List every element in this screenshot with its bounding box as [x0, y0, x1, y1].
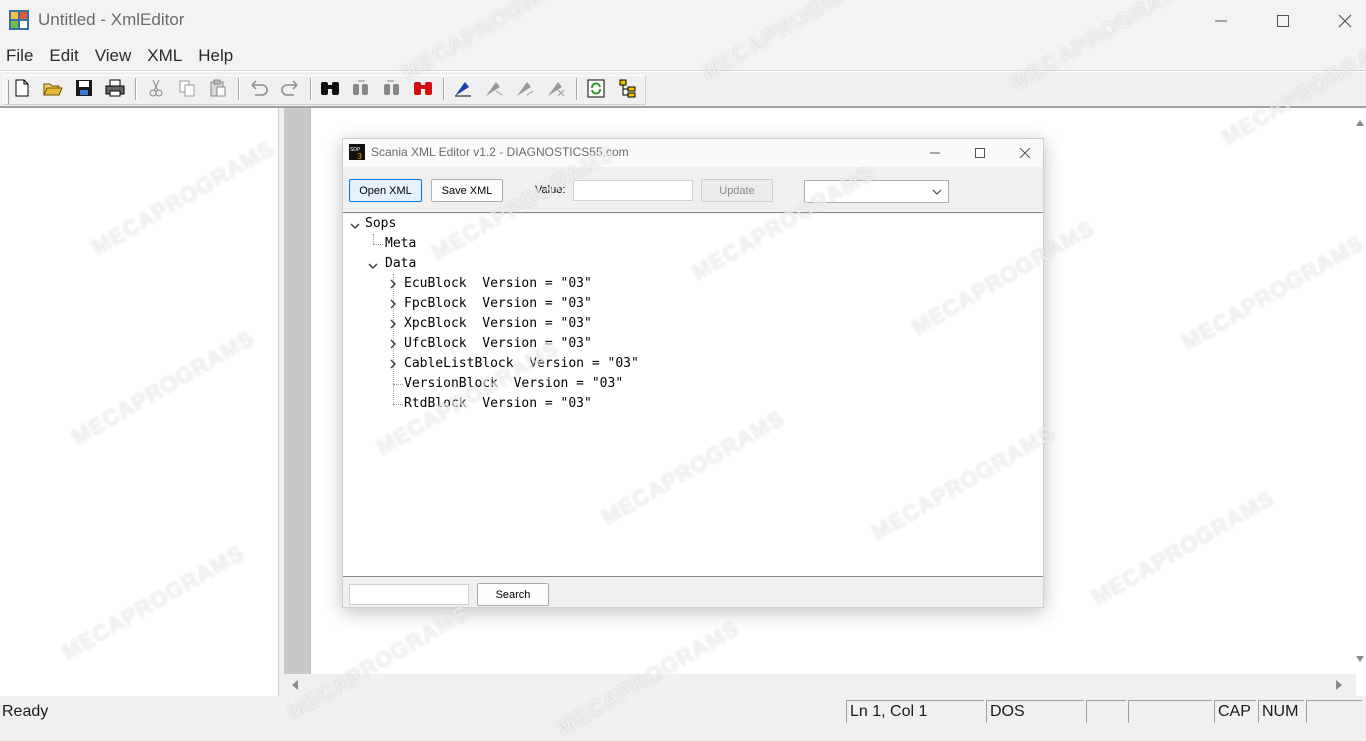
tree-connector	[373, 234, 374, 244]
chevron-right-icon[interactable]	[388, 319, 398, 329]
open-folder-icon[interactable]	[41, 76, 65, 100]
tree-node-data[interactable]: Data	[385, 254, 416, 274]
status-caps-lock: CAP	[1214, 700, 1256, 723]
dialog-title-bar: SDP 3 Scania XML Editor v1.2 - DIAGNOSTIC…	[343, 139, 1043, 167]
tree-node-fpcblock[interactable]: FpcBlock Version = "03"	[404, 294, 592, 314]
dialog-search-bar: Search	[343, 577, 1043, 607]
tag-previous-icon[interactable]	[513, 76, 537, 100]
status-bar: Ready Ln 1, Col 1 DOS CAP NUM	[0, 700, 1366, 723]
horizontal-scrollbar[interactable]	[284, 674, 1356, 696]
status-cursor-position: Ln 1, Col 1	[846, 700, 984, 723]
toolbar	[0, 73, 1366, 107]
find-icon[interactable]	[318, 76, 342, 100]
sdp3-app-icon: SDP 3	[349, 144, 365, 161]
print-icon[interactable]	[103, 76, 127, 100]
chevron-right-icon[interactable]	[388, 279, 398, 289]
chevron-down-icon[interactable]	[368, 261, 378, 271]
hscroll-arrows	[292, 680, 1342, 690]
menu-file[interactable]: File	[0, 46, 41, 66]
dialog-minimize-button[interactable]	[912, 139, 958, 167]
status-pane-empty	[1128, 700, 1212, 723]
update-button[interactable]: Update	[701, 179, 773, 202]
status-pane-empty	[1086, 700, 1126, 723]
redo-icon[interactable]	[278, 76, 302, 100]
tree-node-ecublock[interactable]: EcuBlock Version = "03"	[404, 274, 592, 294]
chevron-right-icon[interactable]	[388, 339, 398, 349]
refresh-icon[interactable]	[584, 76, 608, 100]
left-tree-panel[interactable]	[0, 108, 278, 696]
menu-edit[interactable]: Edit	[41, 46, 86, 66]
chevron-right-icon[interactable]	[388, 359, 398, 369]
maximize-button[interactable]	[1252, 0, 1314, 42]
tree-node-xpcblock[interactable]: XpcBlock Version = "03"	[404, 314, 592, 334]
close-button[interactable]	[1314, 0, 1366, 42]
toolbar-divider	[238, 78, 240, 100]
status-message: Ready	[2, 703, 49, 720]
tree-node-versionblock[interactable]: VersionBlock Version = "03"	[404, 374, 623, 394]
status-pane-empty	[1306, 700, 1362, 723]
dialog-maximize-button[interactable]	[957, 139, 1003, 167]
tag-icon[interactable]	[451, 76, 475, 100]
find-next-icon[interactable]	[349, 76, 373, 100]
document-gutter	[284, 108, 311, 674]
toolbar-separator	[0, 70, 1366, 72]
tree-node-sops[interactable]: Sops	[365, 214, 396, 234]
chevron-down-icon[interactable]	[350, 221, 360, 231]
toolbar-divider	[443, 78, 445, 100]
tree-node-cablelistblock[interactable]: CableListBlock Version = "03"	[404, 354, 639, 374]
menu-view[interactable]: View	[87, 46, 140, 66]
menu-help[interactable]: Help	[190, 46, 241, 66]
toolbar-divider	[310, 78, 312, 100]
window-title: Untitled - XmlEditor	[38, 10, 185, 29]
menu-bar: File Edit View XML Help	[0, 42, 1366, 70]
tree-connector	[393, 404, 403, 405]
tree-node-ufcblock[interactable]: UfcBlock Version = "03"	[404, 334, 592, 354]
tree-connector	[373, 244, 383, 245]
dialog-close-button[interactable]	[1002, 139, 1048, 167]
xml-tree-view[interactable]: Sops Meta Data EcuBlock Version = "03" F…	[343, 214, 1043, 577]
app-icon	[8, 9, 30, 31]
value-input[interactable]	[573, 180, 693, 201]
save-icon[interactable]	[72, 76, 96, 100]
dialog-title: Scania XML Editor v1.2 - DIAGNOSTICS55.c…	[371, 145, 629, 159]
tree-connector	[393, 384, 403, 385]
copy-icon[interactable]	[175, 76, 199, 100]
tree-view-icon[interactable]	[616, 76, 640, 100]
find-previous-icon[interactable]	[380, 76, 404, 100]
save-xml-button[interactable]: Save XML	[431, 179, 503, 202]
status-num-lock: NUM	[1258, 700, 1304, 723]
search-input[interactable]	[349, 584, 469, 605]
chevron-down-icon	[932, 189, 942, 195]
tree-node-meta[interactable]: Meta	[385, 234, 416, 254]
paste-icon[interactable]	[206, 76, 230, 100]
scroll-arrows	[1356, 120, 1364, 662]
node-type-dropdown[interactable]	[804, 180, 949, 203]
toolbar-divider	[135, 78, 137, 100]
vertical-scrollbar[interactable]	[1354, 108, 1366, 674]
cut-icon[interactable]	[144, 76, 168, 100]
new-file-icon[interactable]	[10, 76, 34, 100]
status-line-format: DOS	[986, 700, 1084, 723]
open-xml-button[interactable]: Open XML	[349, 179, 422, 202]
toolbar-divider	[576, 78, 578, 100]
undo-icon[interactable]	[247, 76, 271, 100]
search-button[interactable]: Search	[477, 583, 549, 606]
svg-text:3: 3	[357, 152, 362, 160]
value-label: Value:	[535, 184, 566, 196]
replace-icon[interactable]	[411, 76, 435, 100]
tree-node-rtdblock[interactable]: RtdBlock Version = "03"	[404, 394, 592, 414]
title-bar: Untitled - XmlEditor	[0, 0, 1366, 42]
dialog-toolbar: Open XML Save XML Value: Update	[343, 167, 1043, 213]
minimize-button[interactable]	[1190, 0, 1252, 42]
menu-xml[interactable]: XML	[139, 46, 190, 66]
scania-xml-editor-window: SDP 3 Scania XML Editor v1.2 - DIAGNOSTIC…	[342, 138, 1044, 608]
tag-clear-icon[interactable]	[544, 76, 568, 100]
tag-next-icon[interactable]	[482, 76, 506, 100]
toolbar-grip[interactable]	[6, 80, 9, 104]
chevron-right-icon[interactable]	[388, 299, 398, 309]
